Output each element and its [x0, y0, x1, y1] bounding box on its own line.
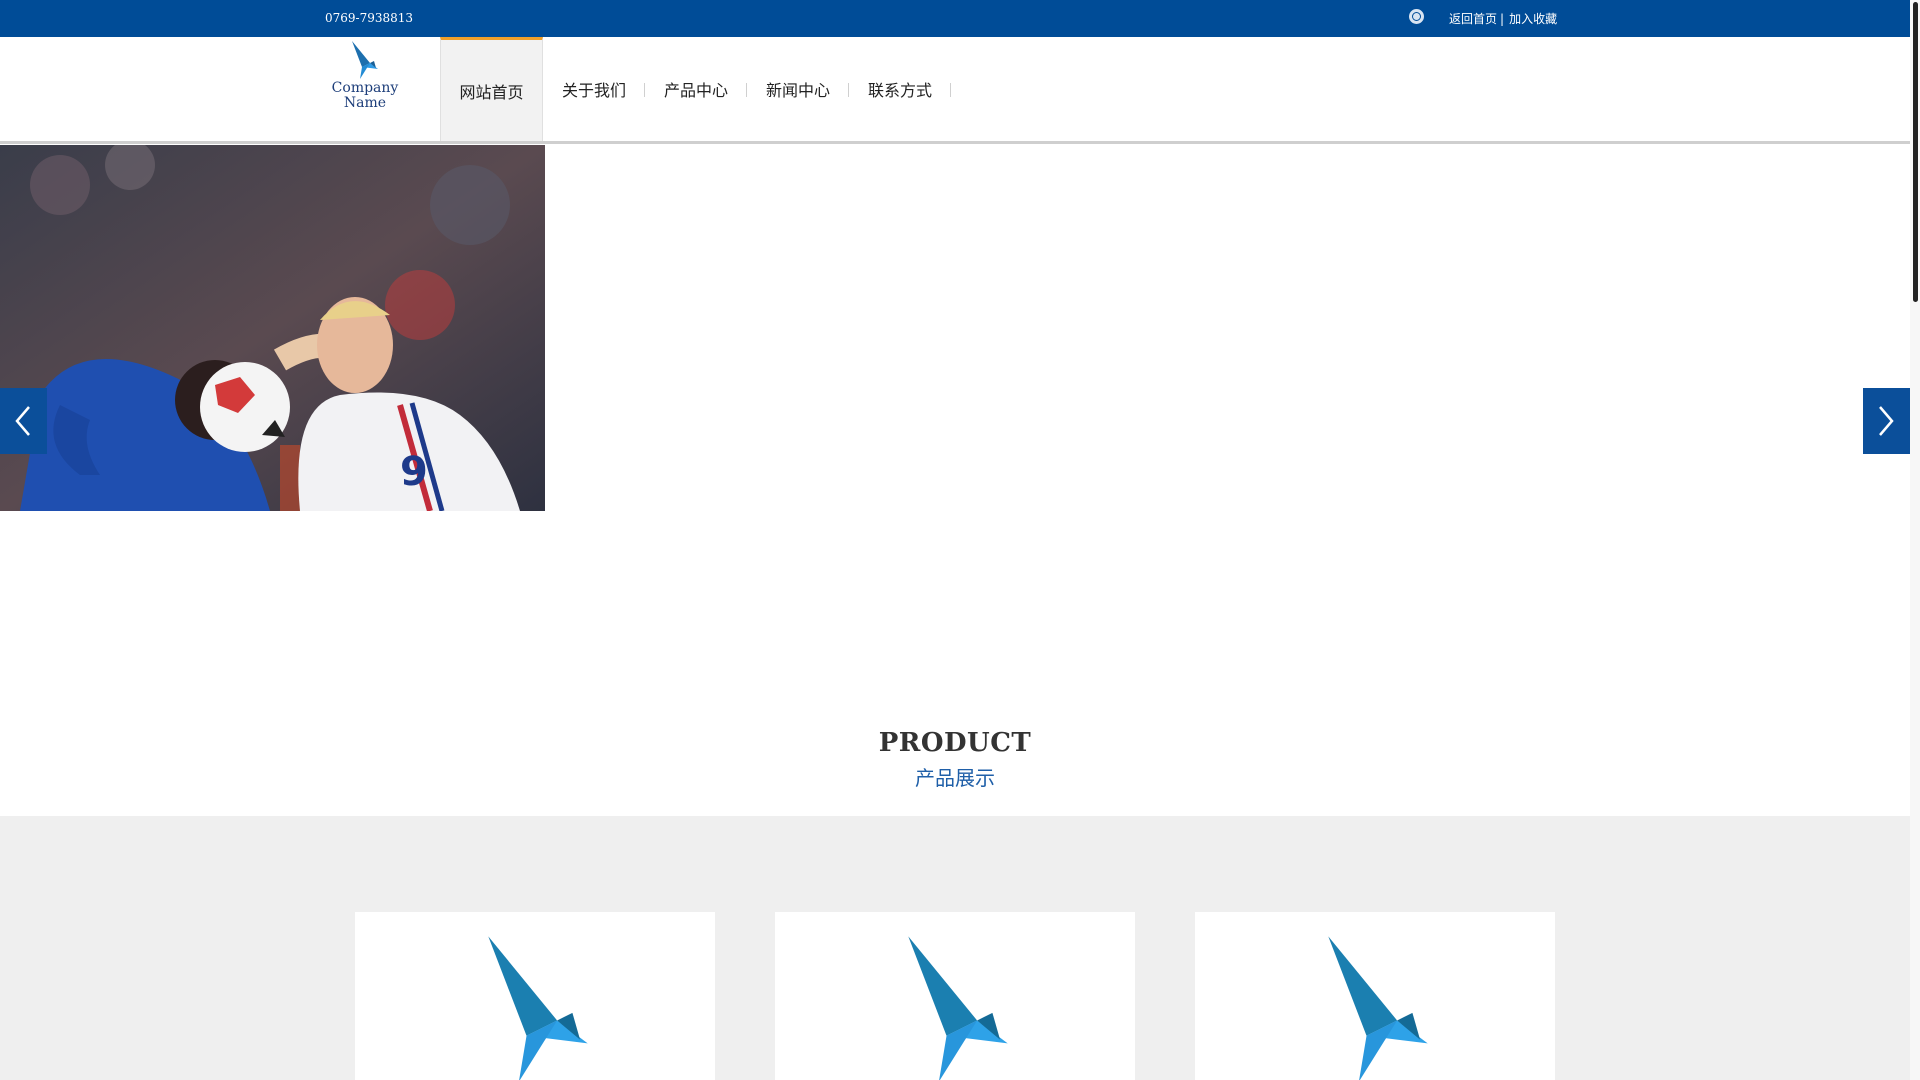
slider-next-button[interactable] — [1863, 388, 1910, 454]
company-logo[interactable]: Company Name — [320, 41, 410, 121]
nav-item-label: 网站首页 — [459, 82, 524, 102]
slider-prev-button[interactable] — [0, 388, 47, 454]
scrollbar-thumb[interactable] — [1913, 2, 1918, 302]
chevron-right-icon — [1879, 406, 1894, 436]
add-favorite-link[interactable]: 加入收藏 — [1509, 12, 1557, 26]
product-card[interactable] — [1195, 912, 1555, 1080]
product-card[interactable] — [775, 912, 1135, 1080]
nav-item-contact[interactable]: 联系方式 — [849, 37, 952, 141]
nav-item-label: 联系方式 — [868, 81, 933, 100]
top-bar: 0769-7938813 返回首页 | 加入收藏 — [0, 0, 1910, 37]
home-link[interactable]: 返回首页 — [1449, 12, 1497, 26]
nav-item-label: 新闻中心 — [766, 81, 831, 100]
bird-logo-icon — [908, 936, 1008, 1080]
nav-divider — [950, 83, 952, 97]
bird-logo-icon — [1328, 936, 1428, 1080]
svg-text:9: 9 — [400, 449, 428, 495]
product-card[interactable] — [355, 912, 715, 1080]
banner-photo: 9 — [0, 145, 545, 511]
section-subtitle: 产品展示 — [915, 766, 995, 790]
nav-item-label: 关于我们 — [562, 81, 627, 100]
phone-number: 0769-7938813 — [325, 11, 414, 25]
header-divider — [0, 141, 1910, 144]
link-separator: | — [1500, 12, 1505, 26]
globe-icon[interactable] — [1409, 9, 1424, 24]
football-players-photo: 9 — [0, 145, 545, 511]
bird-logo-icon — [352, 41, 378, 79]
nav-item-home[interactable]: 网站首页 — [440, 37, 543, 141]
main-nav: 网站首页 关于我们 产品中心 新闻中心 联系方式 — [440, 37, 952, 141]
banner-slider: 9 — [0, 145, 1910, 511]
header — [0, 37, 1910, 141]
page: 0769-7938813 返回首页 | 加入收藏 Company Name 网站首页… — [0, 0, 1910, 1080]
section-title: PRODUCT — [878, 728, 1032, 758]
products-area — [0, 816, 1910, 1080]
bird-logo-icon — [488, 936, 588, 1080]
nav-item-label: 产品中心 — [664, 81, 729, 100]
company-name-line1: Company — [331, 80, 399, 96]
nav-item-products[interactable]: 产品中心 — [645, 37, 748, 141]
top-links: 返回首页 | 加入收藏 — [1449, 10, 1557, 27]
nav-item-about[interactable]: 关于我们 — [543, 37, 646, 141]
chevron-left-icon — [15, 406, 30, 436]
company-name-line2: Name — [343, 95, 387, 111]
nav-item-news[interactable]: 新闻中心 — [747, 37, 850, 141]
